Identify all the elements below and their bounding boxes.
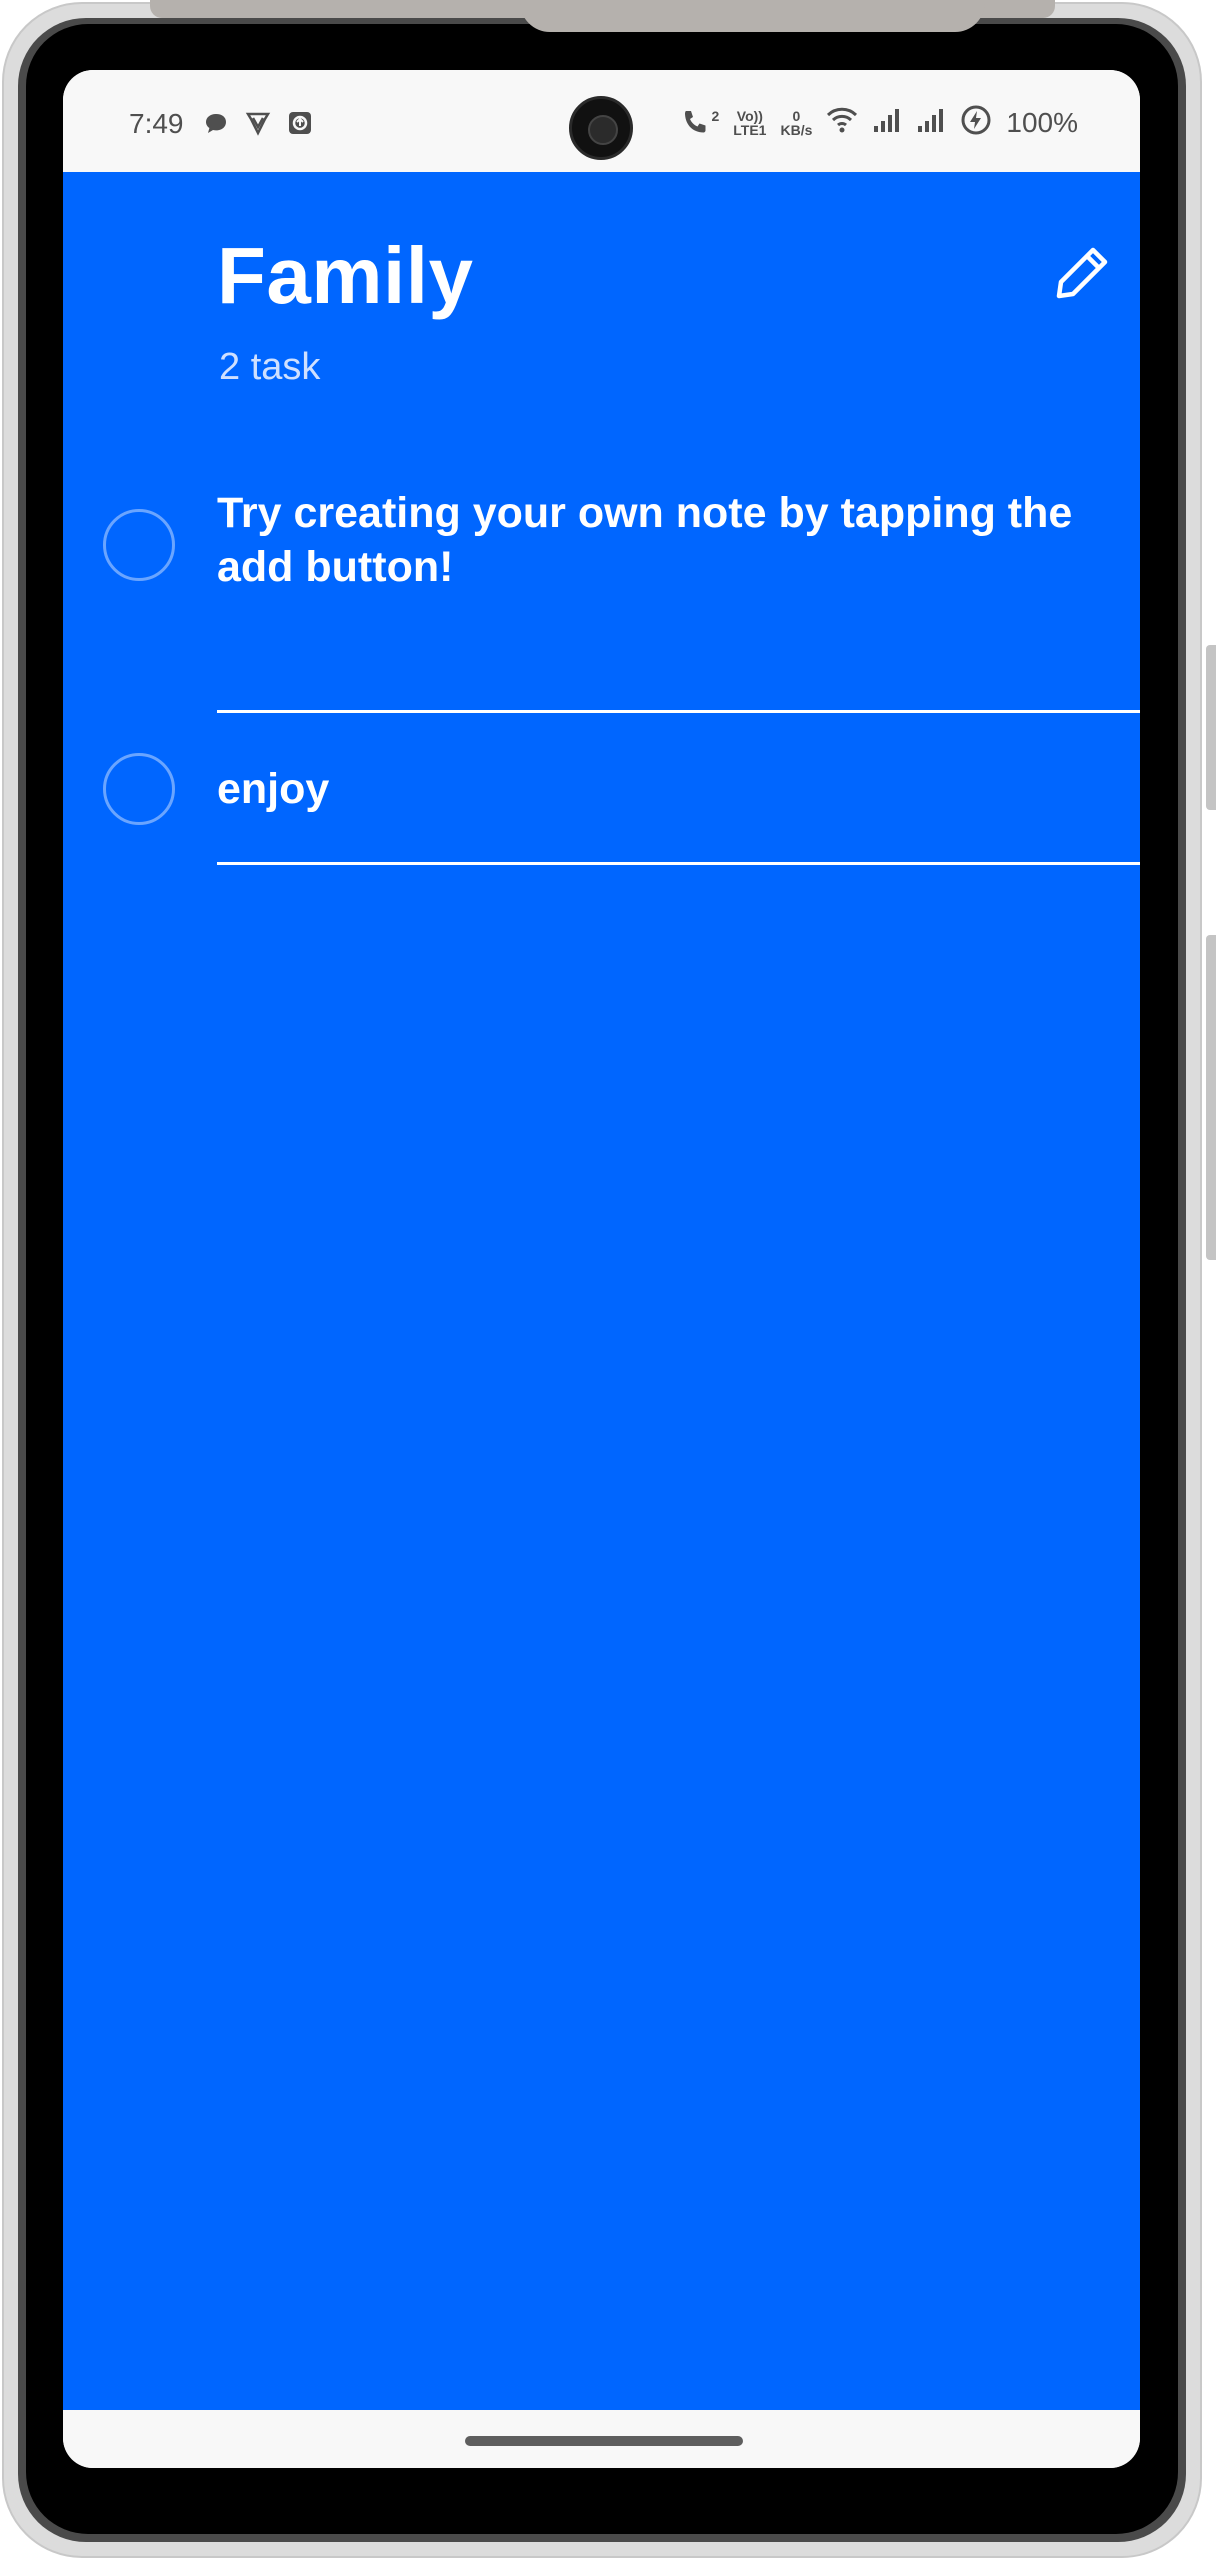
chat-bubble-icon [203,110,229,136]
upload-square-icon [287,110,313,136]
battery-percentage: 100% [1006,106,1078,138]
data-speed-value: 0 [792,107,801,124]
notification-icons [203,110,313,136]
task-divider [217,710,1140,713]
pencil-icon [1056,247,1108,299]
power-button [1206,935,1216,1260]
task-checkbox[interactable] [103,509,175,581]
edit-button[interactable] [1049,240,1115,306]
volume-button [1206,645,1216,810]
device-top-edge [150,0,1055,32]
task-text: enjoy [217,765,330,813]
data-speed-unit: KB/s [780,121,813,138]
front-camera [569,96,633,160]
task-count: 2 task [219,346,321,388]
task-text: Try creating your own note by tapping th… [217,489,1073,591]
volte-label-bottom: LTE1 [733,121,767,138]
device-frame: 7:49 2 Vo)) LTE1 0 KB/s 100% Family 2 ta… [0,0,1216,2562]
volte-label-top: Vo)) [736,107,763,124]
shield-v-icon [245,110,271,136]
list-screen: Family 2 task Try creating your own note… [63,172,1140,2410]
status-time: 7:49 [129,108,184,139]
signal-1-icon [872,106,902,139]
device-earpiece [520,0,985,32]
status-icons-right: 2 Vo)) LTE1 0 KB/s 100% [680,104,1078,141]
page-title: Family [217,231,474,320]
status-bar: 7:49 2 Vo)) LTE1 0 KB/s 100% [63,70,1140,172]
call-sup: 2 [711,107,720,124]
task-checkbox[interactable] [103,753,175,825]
volte-icon: Vo)) LTE1 [733,109,766,137]
home-indicator[interactable] [465,2436,743,2446]
task-divider [217,862,1140,865]
phone-screen: 7:49 2 Vo)) LTE1 0 KB/s 100% Family 2 ta… [63,70,1140,2468]
wifi-call-icon: 2 [680,108,719,138]
wifi-icon [826,106,858,139]
data-speed-icon: 0 KB/s [780,109,812,137]
signal-2-icon [916,106,946,139]
gesture-nav-bar [63,2410,1140,2468]
battery-charging-icon [960,104,992,141]
